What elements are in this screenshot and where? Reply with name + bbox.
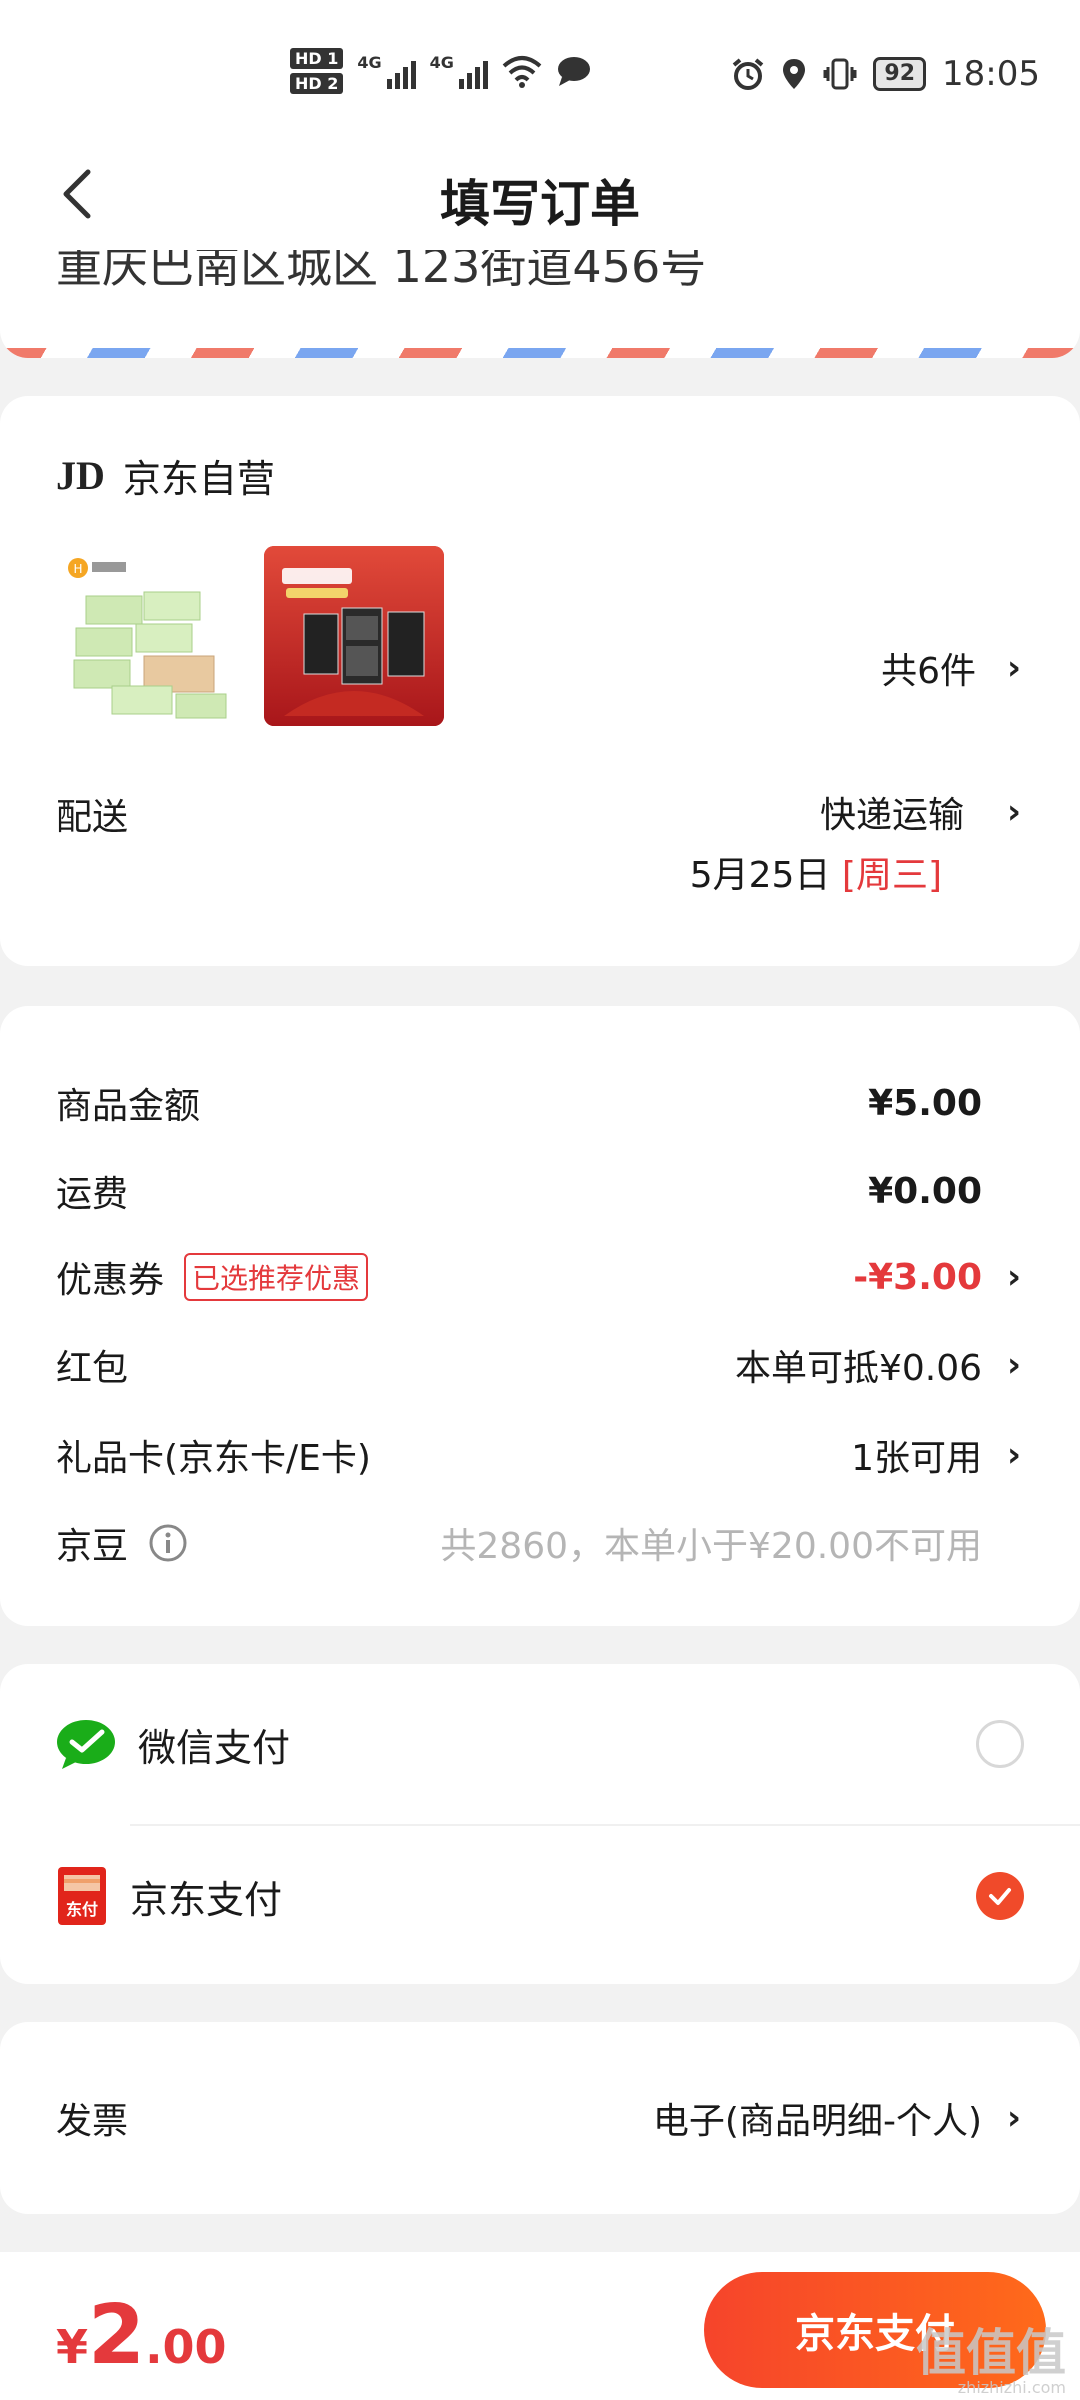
svg-text:东付: 东付 <box>66 1900 98 1919</box>
red-packet-value: 本单可抵¥0.06 <box>734 1348 982 1389</box>
signal2-icon: 4G <box>430 53 488 89</box>
chevron-right-icon: › <box>1006 1257 1021 1297</box>
chevron-right-icon: › <box>1006 792 1021 832</box>
invoice-card[interactable]: 发票 电子(商品明细-个人) › <box>0 2022 1080 2214</box>
sim-indicators: HD 1 HD 2 <box>290 48 344 94</box>
info-icon[interactable] <box>148 1523 188 1563</box>
delivery-method: 快递运输 <box>819 795 964 836</box>
product-tissue-image[interactable]: H <box>56 546 236 726</box>
total-price: ¥ 2 .00 <box>56 2288 227 2383</box>
red-packet-row[interactable]: 红包 本单可抵¥0.06 › <box>56 1340 1024 1390</box>
coupon-label: 优惠券 <box>56 1260 165 1301</box>
jd-pay-radio-checked[interactable] <box>976 1872 1024 1920</box>
item-count-row[interactable]: 共6件 › <box>881 642 1024 694</box>
status-left: HD 1 HD 2 4G 4G <box>290 48 592 94</box>
wechat-pay-label: 微信支付 <box>138 1725 291 1770</box>
total-integer: 2 <box>88 2288 146 2383</box>
checkout-bar: ¥ 2 .00 京东支付 值值值 zhizhizhi.com <box>0 2252 1080 2400</box>
vibrate-icon <box>823 58 857 90</box>
watermark-url: zhizhizhi.com <box>957 2378 1066 2397</box>
clock: 18:05 <box>942 54 1040 94</box>
page-header: 填写订单 <box>0 140 1080 250</box>
goods-amount-label: 商品金额 <box>56 1086 201 1127</box>
wechat-pay-icon <box>57 1720 115 1769</box>
delivery-date-text: 5月25日 <box>689 855 831 896</box>
chevron-right-icon: › <box>1006 1345 1021 1385</box>
watermark: 值值值 zhizhizhi.com <box>916 2328 1066 2396</box>
checkmark-icon <box>989 1888 1011 1905</box>
payment-divider <box>130 1824 1080 1826</box>
wechat-pay-radio[interactable] <box>976 1720 1024 1768</box>
coupon-row[interactable]: 优惠券 已选推荐优惠 -¥3.00 › <box>56 1252 1024 1302</box>
status-bar: HD 1 HD 2 4G 4G 92 18:05 <box>0 0 1080 140</box>
shop-name: 京东自营 <box>122 457 275 501</box>
airmail-stripe <box>0 348 1080 358</box>
invoice-label: 发票 <box>56 2101 129 2142</box>
shipping-fee-row: 运费 ¥0.00 <box>56 1166 1024 1216</box>
address-card[interactable]: 重庆巴南区城区 123街道456号 <box>0 250 1080 358</box>
chevron-right-icon: › <box>1006 2098 1021 2138</box>
gift-card-value: 1张可用 <box>851 1438 982 1479</box>
sim1-badge: HD 1 <box>290 48 344 69</box>
red-packet-label: 红包 <box>56 1348 129 1389</box>
signal1-icon: 4G <box>357 53 416 89</box>
status-right: 92 18:05 <box>731 54 1040 94</box>
svg-text:H: H <box>73 562 82 576</box>
jd-logo-icon: JD <box>56 453 105 498</box>
goods-amount-value: ¥5.00 <box>868 1082 982 1124</box>
jd-pay-icon: 东付 <box>58 1867 106 1925</box>
item-count: 共6件 <box>881 651 976 692</box>
shop-header: JD 京东自营 <box>56 448 275 503</box>
address-text: 重庆巴南区城区 123街道456号 <box>56 250 707 293</box>
jd-beans-label: 京豆 <box>56 1526 129 1567</box>
wifi-icon <box>502 56 542 88</box>
coupon-tag: 已选推荐优惠 <box>184 1253 369 1301</box>
chevron-right-icon: › <box>1006 1435 1021 1475</box>
sim2-badge: HD 2 <box>290 73 344 94</box>
chevron-right-icon: › <box>1006 648 1021 688</box>
shipping-fee-value: ¥0.00 <box>868 1170 982 1212</box>
jd-beans-value: 共2860，本单小于¥20.00不可用 <box>440 1526 982 1567</box>
message-icon <box>557 57 590 86</box>
network-type-1: 4G <box>357 53 382 72</box>
battery-indicator: 92 <box>873 57 927 91</box>
product-cabinet-image[interactable] <box>264 546 444 726</box>
delivery-method-row[interactable]: 快递运输 › <box>820 786 1024 838</box>
delivery-date: 5月25日 [周三] <box>690 846 942 898</box>
shop-card: JD 京东自营 H 共6件 › 配送 快递运输 › 5月25日 [周三] <box>0 396 1080 966</box>
currency-symbol: ¥ <box>56 2320 89 2374</box>
location-icon <box>783 59 806 89</box>
watermark-logo: 值值值 <box>916 2324 1066 2382</box>
jd-beans-row: 京豆 共2860，本单小于¥20.00不可用 <box>56 1518 1024 1568</box>
payment-option-jdpay[interactable]: 东付 京东支付 <box>56 1846 1024 1946</box>
payment-card: 微信支付 东付 京东支付 <box>0 1664 1080 1984</box>
price-summary-card: 商品金额 ¥5.00 运费 ¥0.00 优惠券 已选推荐优惠 -¥3.00 › … <box>0 1006 1080 1626</box>
delivery-label: 配送 <box>56 797 129 838</box>
alarm-icon <box>733 58 764 90</box>
network-type-2: 4G <box>429 53 454 72</box>
gift-card-row[interactable]: 礼品卡(京东卡/E卡) 1张可用 › <box>56 1430 1024 1480</box>
total-decimal: .00 <box>145 2320 227 2374</box>
invoice-value: 电子(商品明细-个人) <box>652 2101 982 2142</box>
invoice-row[interactable]: 发票 电子(商品明细-个人) › <box>56 2093 1024 2143</box>
delivery-weekday: [周三] <box>841 855 942 896</box>
page-title: 填写订单 <box>440 175 640 233</box>
coupon-value: -¥3.00 <box>853 1256 982 1298</box>
payment-option-wechat[interactable]: 微信支付 <box>56 1694 1024 1794</box>
gift-card-label: 礼品卡(京东卡/E卡) <box>56 1438 371 1479</box>
goods-amount-row: 商品金额 ¥5.00 <box>56 1078 1024 1128</box>
shipping-fee-label: 运费 <box>56 1174 129 1215</box>
jd-pay-label: 京东支付 <box>130 1877 283 1922</box>
